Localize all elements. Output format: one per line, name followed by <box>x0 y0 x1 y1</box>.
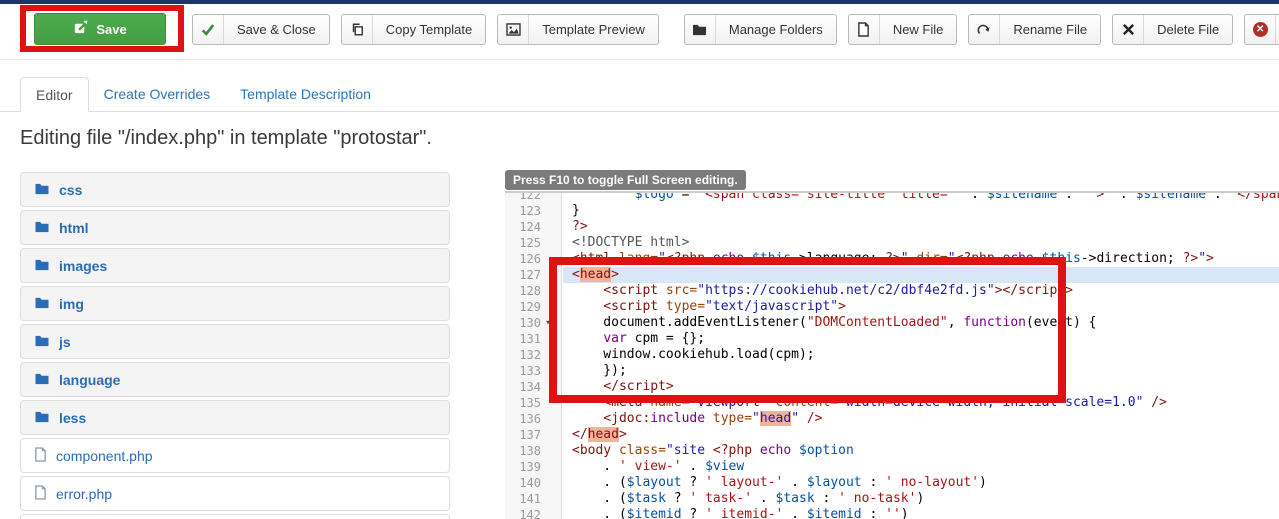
toolbar: Save & Close Copy Template Template Prev… <box>192 14 1279 45</box>
save-and-close-button[interactable]: Save & Close <box>192 14 330 45</box>
folder-icon <box>685 15 716 44</box>
x-icon <box>1113 15 1144 44</box>
file-icon <box>34 485 47 503</box>
toolbar-divider <box>0 59 1279 60</box>
folder-icon <box>34 258 50 274</box>
save-pencil-square-icon <box>73 20 88 38</box>
sidebar-item-js[interactable]: js <box>20 324 450 359</box>
code-editor[interactable]: 122123124125126127128129130▾131132133134… <box>505 193 1279 519</box>
fullscreen-tooltip: Press F10 to toggle Full Screen editing. <box>505 170 746 190</box>
template-file-list: css html images img js language less com… <box>20 172 450 519</box>
template-preview-button[interactable]: Template Preview <box>497 14 659 45</box>
copy-template-button[interactable]: Copy Template <box>341 14 486 45</box>
image-icon <box>498 15 529 44</box>
save-button[interactable]: Save <box>34 13 166 45</box>
folder-icon <box>34 182 50 198</box>
sidebar-item-images[interactable]: images <box>20 248 450 283</box>
tab-bar: Editor Create Overrides Template Descrip… <box>20 77 386 112</box>
sidebar-item-error-php[interactable]: error.php <box>20 476 450 511</box>
sidebar-item-partial[interactable] <box>20 514 450 519</box>
file-icon <box>34 447 47 465</box>
cancel-icon: ✕ <box>1245 15 1276 44</box>
tab-template-description[interactable]: Template Description <box>225 77 386 112</box>
sidebar-item-less[interactable]: less <box>20 400 450 435</box>
folder-icon <box>34 334 50 350</box>
sidebar-item-img[interactable]: img <box>20 286 450 321</box>
sidebar-item-component-php[interactable]: component.php <box>20 438 450 473</box>
folder-icon <box>34 220 50 236</box>
manage-folders-button[interactable]: Manage Folders <box>684 14 837 45</box>
rename-file-button[interactable]: Rename File <box>968 14 1101 45</box>
new-file-button[interactable]: New File <box>848 14 958 45</box>
folder-icon <box>34 410 50 426</box>
folder-icon <box>34 296 50 312</box>
close-file-button[interactable]: ✕ Close File <box>1244 14 1279 45</box>
sidebar-item-language[interactable]: language <box>20 362 450 397</box>
top-accent-bar <box>0 0 1279 4</box>
tab-create-overrides[interactable]: Create Overrides <box>89 77 226 112</box>
sidebar-item-css[interactable]: css <box>20 172 450 207</box>
tab-editor[interactable]: Editor <box>20 77 89 112</box>
new-file-icon <box>849 15 880 44</box>
editor-code[interactable]: $logo = '<span class="site-title" title=… <box>563 193 1279 519</box>
delete-file-button[interactable]: Delete File <box>1112 14 1233 45</box>
editor-gutter[interactable]: 122123124125126127128129130▾131132133134… <box>505 193 562 519</box>
rename-arrow-icon <box>969 15 1000 44</box>
save-button-label: Save <box>96 22 126 37</box>
copy-icon <box>342 15 373 44</box>
page-title: Editing file "/index.php" in template "p… <box>20 127 432 150</box>
check-icon <box>193 15 224 44</box>
folder-icon <box>34 372 50 388</box>
sidebar-item-html[interactable]: html <box>20 210 450 245</box>
